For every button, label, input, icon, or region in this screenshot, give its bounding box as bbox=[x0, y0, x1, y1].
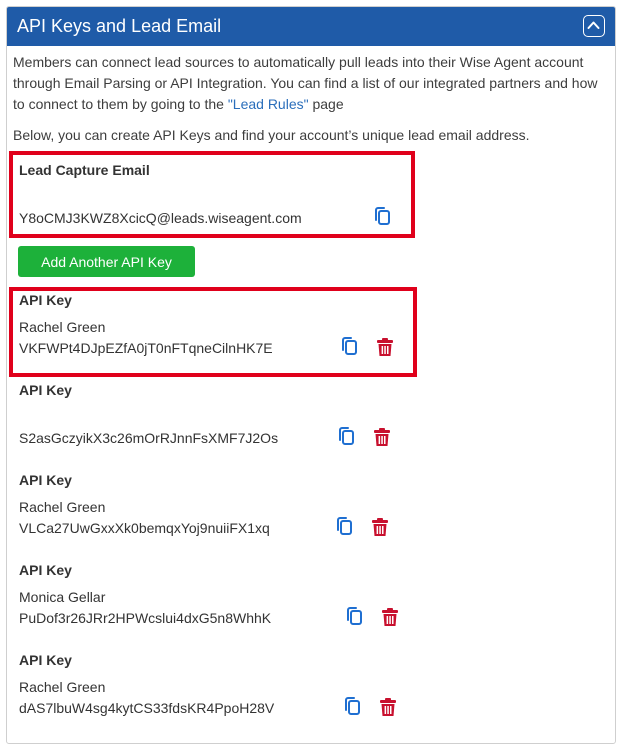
delete-key-button[interactable] bbox=[373, 427, 391, 452]
description-text-end: page bbox=[308, 96, 344, 112]
panel-title: API Keys and Lead Email bbox=[17, 16, 222, 36]
delete-key-button[interactable] bbox=[379, 697, 397, 722]
api-key-label: API Key bbox=[19, 292, 72, 308]
api-key-owner: Rachel Green bbox=[19, 499, 106, 515]
api-key-value: dAS7lbuW4sg4kytCS33fdsKR4PpoH28V bbox=[19, 700, 275, 716]
api-key-label: API Key bbox=[19, 562, 72, 578]
lead-capture-label: Lead Capture Email bbox=[19, 162, 150, 178]
trash-icon bbox=[374, 428, 390, 446]
api-key-owner: Rachel Green bbox=[19, 319, 106, 335]
api-key-value: PuDof3r26JRr2HPWcslui4dxG5n8WhhK bbox=[19, 610, 272, 626]
delete-key-button[interactable] bbox=[371, 517, 389, 542]
copy-key-button[interactable] bbox=[345, 606, 363, 631]
copy-key-button[interactable] bbox=[340, 336, 358, 361]
api-key-owner: Rachel Green bbox=[19, 679, 106, 695]
copy-icon bbox=[337, 517, 352, 535]
lead-rules-link[interactable]: "Lead Rules" bbox=[228, 96, 309, 112]
collapse-button[interactable] bbox=[583, 15, 605, 37]
api-key-value: S2asGczyikX3c26mOrRJnnFsXMF7J2Os bbox=[19, 430, 279, 446]
delete-key-button[interactable] bbox=[376, 337, 394, 362]
copy-key-button[interactable] bbox=[343, 696, 361, 721]
api-key-label: API Key bbox=[19, 652, 72, 668]
delete-key-button[interactable] bbox=[381, 607, 399, 632]
add-api-key-button[interactable]: Add Another API Key bbox=[18, 246, 195, 277]
copy-key-button[interactable] bbox=[337, 426, 355, 451]
trash-icon bbox=[380, 698, 396, 716]
api-key-value: VKFWPt4DJpEZfA0jT0nFTqneCilnHK7E bbox=[19, 340, 273, 356]
copy-icon bbox=[342, 337, 357, 355]
copy-icon bbox=[339, 427, 354, 445]
copy-icon bbox=[375, 207, 390, 225]
panel-header: API Keys and Lead Email bbox=[7, 7, 615, 46]
api-key-label: API Key bbox=[19, 382, 72, 398]
copy-icon bbox=[347, 607, 362, 625]
trash-icon bbox=[377, 338, 393, 356]
copy-key-button[interactable] bbox=[335, 516, 353, 541]
api-key-owner: Monica Gellar bbox=[19, 589, 106, 605]
panel-description-2: Below, you can create API Keys and find … bbox=[13, 127, 530, 143]
copy-icon bbox=[345, 697, 360, 715]
panel-description: Members can connect lead sources to auto… bbox=[13, 52, 603, 115]
trash-icon bbox=[382, 608, 398, 626]
trash-icon bbox=[372, 518, 388, 536]
chevron-up-icon bbox=[587, 21, 600, 29]
api-key-value: VLCa27UwGxxXk0bemqxYoj9nuiiFX1xq bbox=[19, 520, 270, 536]
api-key-label: API Key bbox=[19, 472, 72, 488]
lead-capture-email: Y8oCMJ3KWZ8XcicQ@leads.wiseagent.com bbox=[19, 210, 302, 226]
copy-email-button[interactable] bbox=[373, 206, 391, 231]
